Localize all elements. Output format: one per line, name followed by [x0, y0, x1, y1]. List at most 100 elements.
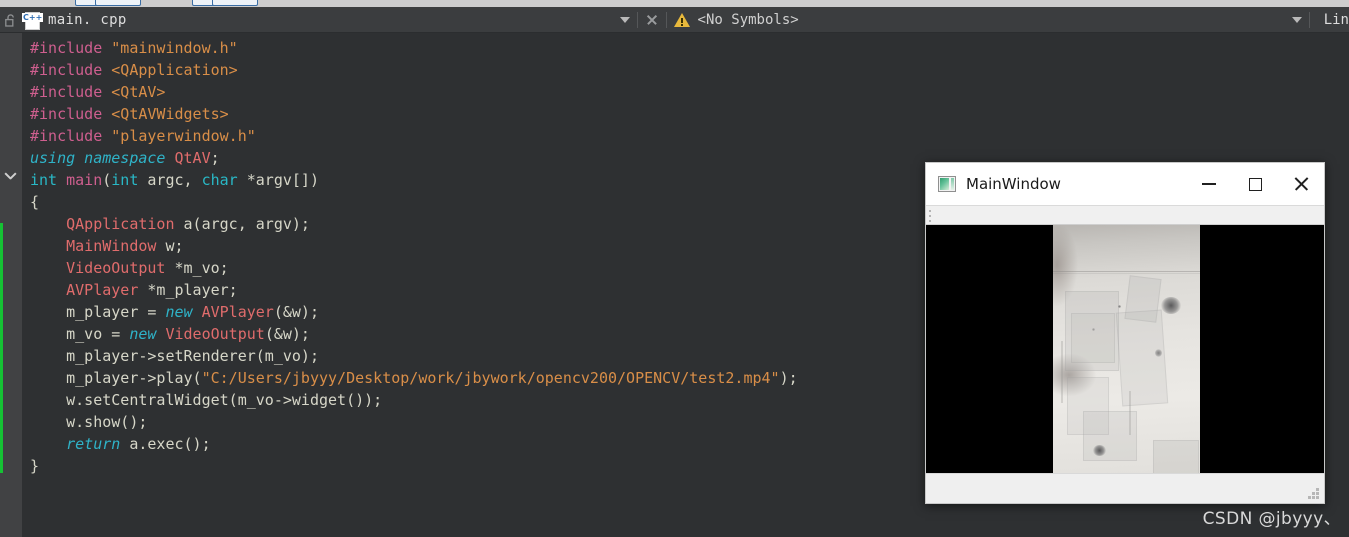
- code-token: return: [66, 435, 121, 453]
- toolbar-separator: [1308, 11, 1310, 28]
- code-line: QApplication a(argc, argv);: [30, 215, 310, 233]
- minimize-icon: [1202, 183, 1216, 185]
- chevron-down-icon[interactable]: [619, 16, 630, 23]
- ghost-tab-4: [212, 0, 258, 6]
- code-token: {: [30, 193, 40, 211]
- close-button[interactable]: [1278, 163, 1324, 205]
- toolbar-right-group: Lin: [1291, 11, 1349, 28]
- toolbar-drag-handle-icon[interactable]: [929, 210, 932, 222]
- code-line: m_vo = new VideoOutput(&w);: [30, 325, 310, 343]
- mainwindow-statusbar: [926, 473, 1324, 503]
- code-token: w.setCentralWidget(m_vo->widget());: [30, 391, 383, 409]
- close-icon: [1293, 176, 1309, 192]
- code-line: m_player->setRenderer(m_vo);: [30, 347, 319, 365]
- toolbar-separator: [636, 11, 638, 28]
- code-line: m_player = new AVPlayer(&w);: [30, 303, 319, 321]
- code-token: m_vo =: [30, 325, 130, 343]
- code-token: *m_vo;: [165, 259, 229, 277]
- code-token: }: [30, 457, 40, 475]
- code-token: AVPlayer: [201, 303, 274, 321]
- mainwindow-titlebar[interactable]: MainWindow: [926, 163, 1324, 205]
- maximize-button[interactable]: [1232, 163, 1278, 205]
- maximize-icon: [1248, 177, 1262, 191]
- code-line: m_player->play("C:/Users/jbyyy/Desktop/w…: [30, 369, 798, 387]
- code-token: <QtAV>: [111, 83, 166, 101]
- code-token: ;: [210, 149, 220, 167]
- code-line: using namespace QtAV;: [30, 149, 220, 167]
- code-token: <QtAVWidgets>: [111, 105, 229, 123]
- mainwindow-app-window[interactable]: MainWindow: [925, 162, 1325, 504]
- code-token: QtAV: [174, 149, 211, 167]
- minimize-button[interactable]: [1186, 163, 1232, 205]
- code-token: new: [129, 325, 157, 343]
- code-token: a.exec();: [120, 435, 211, 453]
- code-line: return a.exec();: [30, 435, 211, 453]
- code-token: "mainwindow.h": [111, 39, 238, 57]
- code-line: MainWindow w;: [30, 237, 184, 255]
- code-token: a(argc, argv);: [174, 215, 310, 233]
- toolbar-separator: [665, 11, 667, 28]
- code-line: w.show();: [30, 413, 147, 431]
- code-token: VideoOutput: [165, 325, 265, 343]
- code-line: #include <QtAV>: [30, 83, 165, 101]
- change-indicator-bar: [0, 223, 3, 473]
- code-token: using namespace: [30, 149, 166, 167]
- code-token: #include: [30, 39, 103, 57]
- code-token: m_player->play(: [30, 369, 202, 387]
- code-token: m_player->setRenderer(m_vo);: [30, 347, 319, 365]
- code-token: w;: [156, 237, 184, 255]
- code-line: w.setCentralWidget(m_vo->widget());: [30, 391, 382, 409]
- close-x-icon[interactable]: [645, 13, 659, 27]
- code-token: char: [201, 171, 238, 189]
- mainwindow-title: MainWindow: [966, 175, 1061, 193]
- code-token: *argv[]): [237, 171, 319, 189]
- csdn-watermark: CSDN @jbyyy、: [1202, 509, 1341, 529]
- code-token: *m_player;: [138, 281, 238, 299]
- resize-grip-icon[interactable]: [1307, 488, 1320, 501]
- code-line: VideoOutput *m_vo;: [30, 259, 229, 277]
- code-token: new: [165, 303, 193, 321]
- code-token: <QApplication>: [111, 61, 238, 79]
- code-token: (&w);: [264, 325, 310, 343]
- unlocked-padlock-icon[interactable]: [2, 13, 20, 27]
- cpp-file-icon-label: C++: [22, 12, 44, 22]
- code-token: main: [66, 171, 103, 189]
- code-token: m_player =: [30, 303, 166, 321]
- chevron-down-icon-right[interactable]: [1291, 16, 1302, 23]
- code-token: #include: [30, 61, 103, 79]
- code-line: #include "playerwindow.h": [30, 127, 256, 145]
- code-token: QApplication: [66, 215, 175, 233]
- code-token: AVPlayer: [66, 281, 139, 299]
- code-line: AVPlayer *m_player;: [30, 281, 238, 299]
- video-output-widget[interactable]: [926, 225, 1324, 473]
- code-line: {: [30, 193, 39, 211]
- code-line: int main(int argc, char *argv[]): [30, 171, 319, 189]
- upper-toolbar-strip: [0, 0, 1349, 7]
- code-line: }: [30, 457, 39, 475]
- code-token: VideoOutput: [66, 259, 166, 277]
- filename-label[interactable]: main. cpp: [48, 12, 127, 28]
- cpp-file-icon: C++: [22, 10, 44, 30]
- mainwindow-toolbar[interactable]: [926, 205, 1324, 225]
- symbols-dropdown-label[interactable]: <No Symbols>: [698, 12, 799, 28]
- window-controls: [1186, 163, 1324, 205]
- chevron-down-fold-icon[interactable]: [3, 171, 19, 187]
- code-token: "playerwindow.h": [111, 127, 256, 145]
- code-line: #include <QtAVWidgets>: [30, 105, 229, 123]
- warning-triangle-icon: [673, 12, 691, 27]
- code-token: #include: [30, 105, 103, 123]
- editor-gutter: [0, 33, 22, 537]
- code-line: #include "mainwindow.h": [30, 39, 238, 57]
- editor-file-toolbar: C++ main. cpp <No Symbols> Lin: [0, 7, 1349, 33]
